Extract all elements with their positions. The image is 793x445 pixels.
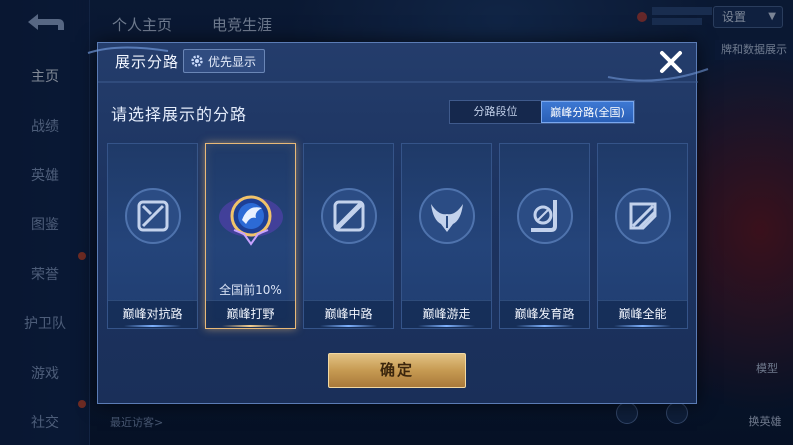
lane-card-farm[interactable]: 巅峰发育路 [499,143,590,329]
tab-peak-lane-national[interactable]: 巅峰分路(全国) [541,101,634,123]
card-underline [124,325,181,327]
modal-header: 展示分路 优先显示 [87,43,709,83]
card-underline [320,325,377,327]
card-underline [516,325,573,327]
rank-text: 全国前10% [219,283,282,297]
confirm-button[interactable]: 确定 [328,353,466,388]
all-round-icon [615,188,671,244]
card-underline [418,325,475,327]
modal-subtitle: 请选择展示的分路 [111,105,248,124]
card-label: 巅峰全能 [618,307,667,321]
card-label: 巅峰中路 [324,307,373,321]
modal-title: 展示分路 [115,53,180,71]
card-label: 巅峰打野 [226,307,275,321]
lane-type-toggle: 分路段位 巅峰分路(全国) [449,100,635,124]
mid-lane-icon [321,188,377,244]
clash-lane-icon [125,188,181,244]
close-x-icon[interactable] [654,45,688,79]
farm-lane-icon [517,188,573,244]
lane-card-roam[interactable]: 巅峰游走 [401,143,492,329]
lane-card-all-round[interactable]: 巅峰全能 [597,143,688,329]
gear-icon [191,55,203,67]
priority-display-button[interactable]: 优先显示 [183,49,266,73]
lane-card-jungle[interactable]: 全国前10% 巅峰打野 [205,143,296,329]
tab-lane-rank[interactable]: 分路段位 [450,101,541,123]
priority-label: 优先显示 [208,54,257,69]
card-underline [222,325,279,327]
card-label: 巅峰对抗路 [122,307,183,321]
lane-card-clash[interactable]: 巅峰对抗路 [107,143,198,329]
lane-card-mid[interactable]: 巅峰中路 [303,143,394,329]
roam-wings-icon [419,188,475,244]
card-underline [614,325,671,327]
card-label: 巅峰发育路 [514,307,575,321]
card-label: 巅峰游走 [422,307,471,321]
lane-display-modal: 展示分路 优先显示 请选择展示的分路 分路段位 巅峰分路(全国) 巅峰对抗路 全… [87,42,709,404]
jungle-emblem-icon [219,195,283,246]
